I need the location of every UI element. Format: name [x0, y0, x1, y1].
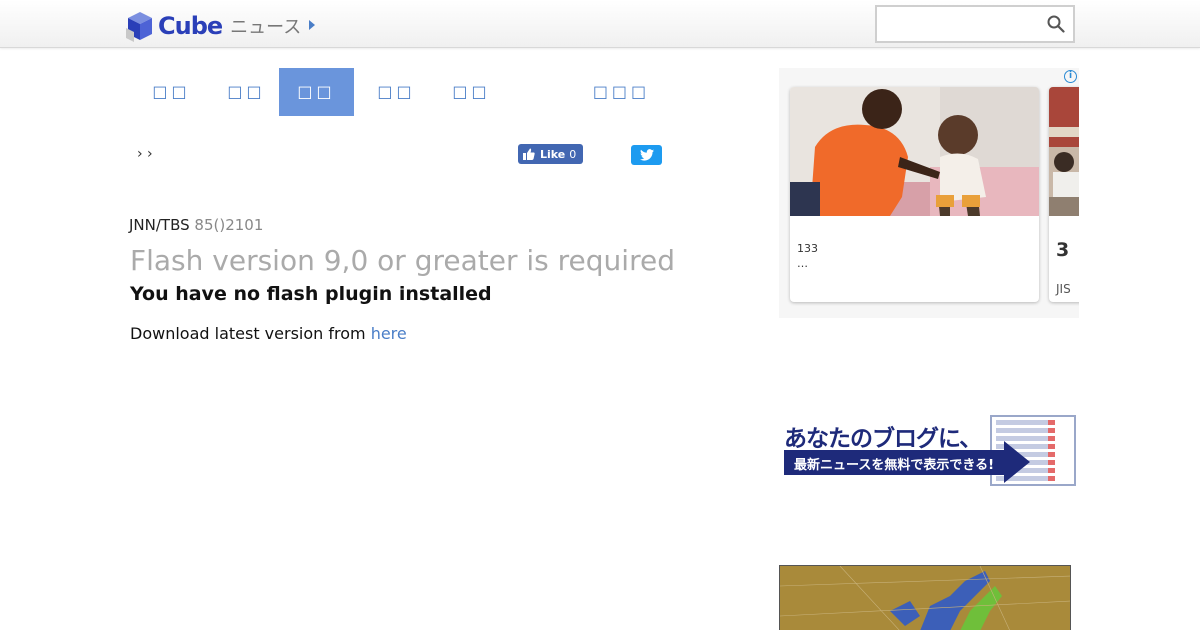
ad-card-number: 3 [1056, 239, 1070, 261]
flash-required-heading: Flash version 9,0 or greater is required [130, 244, 675, 277]
ad-photo [1049, 87, 1079, 216]
breadcrumb[interactable]: › › [137, 146, 153, 162]
ad-card[interactable]: 133 … [790, 87, 1039, 302]
tab-3-active[interactable]: □□ [279, 68, 354, 116]
site-header: Cube ニュース [0, 0, 1200, 48]
sponsored-ad: i 133 … 3 JIS [779, 68, 1079, 318]
download-prefix: Download latest version from [130, 324, 371, 343]
banner-headline: あなたのブログに、 [784, 426, 982, 452]
ad-card-line2: … [797, 257, 808, 270]
article-meta: 85()2101 [194, 216, 264, 234]
arrow-right-icon [1004, 441, 1030, 483]
logo-subtitle: ニュース [230, 17, 302, 38]
ad-card[interactable]: 3 JIS [1049, 87, 1079, 302]
tab-5[interactable]: □□ [434, 68, 509, 116]
weather-map[interactable] [779, 565, 1071, 630]
search-icon[interactable] [1047, 15, 1065, 33]
facebook-like-button[interactable]: Like 0 [518, 144, 583, 164]
japan-map-image [780, 566, 1070, 630]
cube-logo-icon [126, 12, 152, 42]
download-link[interactable]: here [371, 324, 407, 343]
flash-download-text: Download latest version from here [130, 324, 407, 343]
ad-card-text: 133 … [797, 241, 818, 271]
logo-text: Cube [158, 12, 223, 40]
ad-card-line1: 133 [797, 242, 818, 255]
blog-parts-banner[interactable]: あなたのブログに、 最新ニュースを無料で表示できる! [780, 414, 1078, 488]
source-name: JNN/TBS [129, 216, 190, 234]
twitter-bird-icon [639, 149, 654, 161]
facebook-like-count: 0 [569, 147, 577, 161]
banner-subline: 最新ニュースを無料で表示できる! [794, 458, 995, 473]
facebook-like-label: Like [540, 147, 566, 161]
ad-photo [790, 87, 1039, 216]
tab-1[interactable]: □□ [134, 68, 209, 116]
article-source: JNN/TBS 85()2101 [129, 216, 263, 234]
flash-missing-message: You have no flash plugin installed [130, 283, 492, 305]
search-input[interactable] [875, 5, 1075, 43]
tab-4[interactable]: □□ [359, 68, 434, 116]
caret-right-icon[interactable] [309, 20, 315, 30]
site-logo[interactable]: Cube ニュース [126, 9, 301, 43]
thumbs-up-icon [523, 148, 535, 160]
tab-6[interactable]: □□□ [584, 68, 659, 116]
tab-2[interactable]: □□ [209, 68, 284, 116]
ad-info-icon[interactable]: i [1064, 70, 1077, 83]
ad-card-source: JIS [1056, 282, 1071, 296]
twitter-share-button[interactable] [631, 145, 662, 165]
